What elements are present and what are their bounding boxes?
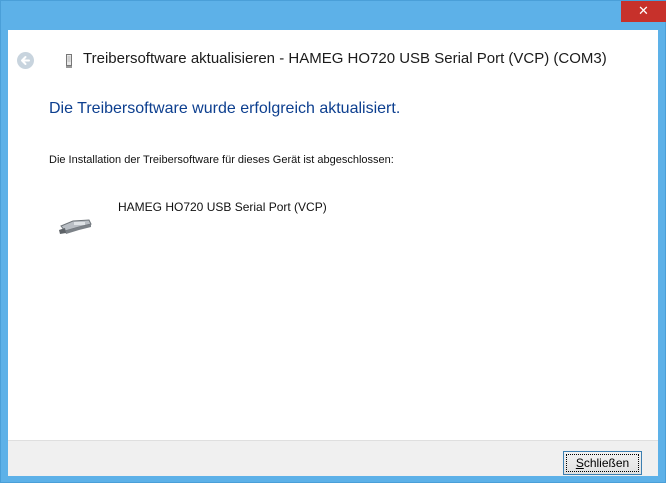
close-button-label: chließen bbox=[583, 456, 630, 470]
dialog-footer bbox=[8, 440, 658, 476]
back-arrow-icon bbox=[21, 56, 30, 65]
back-button[interactable] bbox=[17, 52, 34, 69]
close-button-accelerator: S bbox=[575, 456, 584, 470]
window-title: Treibersoftware aktualisieren - HAMEG HO… bbox=[83, 50, 607, 67]
close-button[interactable]: Schließen bbox=[563, 451, 642, 475]
page-title: Die Treibersoftware wurde erfolgreich ak… bbox=[49, 100, 401, 117]
serial-port-icon bbox=[59, 219, 92, 234]
usb-device-icon bbox=[66, 54, 72, 68]
close-icon: ✕ bbox=[638, 4, 649, 19]
window-close-button[interactable]: ✕ bbox=[621, 1, 666, 22]
info-text: Die Installation der Treibersoftware für… bbox=[49, 154, 394, 166]
device-name: HAMEG HO720 USB Serial Port (VCP) bbox=[118, 200, 327, 214]
dialog-client-area bbox=[8, 30, 658, 476]
